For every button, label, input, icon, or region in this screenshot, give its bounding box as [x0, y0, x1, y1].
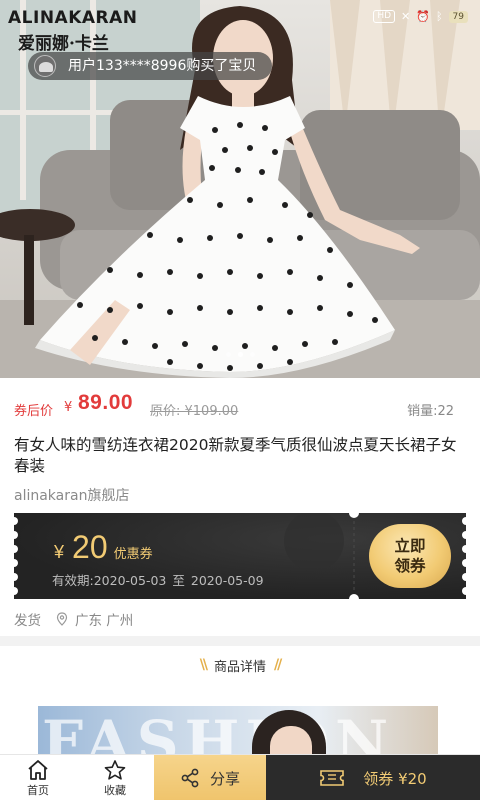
claim-coupon-bottom-label: 领券 ¥20 [363, 769, 427, 788]
sales-count: 销量:22 [407, 404, 454, 419]
carousel-dot-active [237, 352, 243, 357]
price-row: 券后价 ¥ 89.00 原价: ¥109.00 销量:22 [14, 391, 454, 419]
product-detail-page: ALINAKARAN 爱丽娜·卡兰 HD ✕ ⏰ ᛒ 79 用户133****8… [0, 0, 480, 800]
valid-from: 2020-05-03 [93, 573, 167, 588]
decor-slash-icon: // [274, 657, 282, 673]
coupon-amount: ¥20 优惠券 [54, 529, 153, 566]
brand-logo-en: ALINAKARAN [8, 8, 138, 28]
shipping-label: 发货 [14, 613, 41, 629]
bottom-action-bar: 首页 收藏 分享 领券 ¥20 [0, 754, 480, 800]
shipping-location: 广东 广州 [75, 613, 134, 629]
coupon-price: 89.00 [78, 391, 134, 414]
product-details-section: \\ 商品详情 // FASHION [0, 646, 480, 754]
favorite-button[interactable]: 收藏 [85, 755, 145, 800]
star-icon [104, 760, 126, 780]
currency-symbol: ¥ [64, 400, 73, 415]
coupon-validity: 有效期:2020-05-03 至 2020-05-09 [52, 570, 270, 589]
valid-to-label: 至 [172, 573, 185, 588]
claim-coupon-line2: 领券 [394, 557, 426, 575]
coupon-tag: 优惠券 [113, 547, 153, 562]
product-info-card: 券后价 ¥ 89.00 原价: ¥109.00 销量:22 有女人味的雪纺连衣裙… [0, 378, 480, 636]
claim-coupon-button[interactable]: 立即 领券 [369, 524, 451, 588]
carousel-dot [225, 352, 231, 357]
brand-logo: ALINAKARAN 爱丽娜·卡兰 [8, 8, 158, 54]
location-pin-icon [56, 612, 68, 626]
valid-to: 2020-05-09 [190, 573, 264, 588]
coupon-price-label: 券后价 [14, 404, 54, 419]
alarm-icon: ⏰ [416, 10, 430, 23]
coupon-value: 20 [72, 529, 108, 565]
status-bar: HD ✕ ⏰ ᛒ 79 [373, 10, 468, 23]
coupon-yen: ¥ [54, 542, 65, 562]
home-icon [28, 760, 48, 780]
decor-slash-icon: \\ [199, 657, 208, 673]
details-banner-word: FASHION [42, 708, 395, 754]
valid-label: 有效期: [52, 573, 94, 588]
purchase-toast-text: 用户133****8996购买了宝贝 [68, 58, 257, 74]
shipping-row: 发货 广东 广州 [14, 609, 133, 629]
share-label: 分享 [209, 769, 240, 788]
brand-logo-cn: 爱丽娜·卡兰 [18, 34, 109, 54]
product-image-carousel[interactable]: ALINAKARAN 爱丽娜·卡兰 HD ✕ ⏰ ᛒ 79 用户133****8… [0, 0, 480, 378]
battery-icon: 79 [448, 10, 468, 23]
claim-coupon-bottom-button[interactable]: 领券 ¥20 [266, 755, 480, 800]
purchase-toast: 用户133****8996购买了宝贝 [28, 52, 273, 80]
share-icon [181, 768, 199, 788]
product-title: 有女人味的雪纺连衣裙2020新款夏季气质很仙波点夏天长裙子女春装 [14, 436, 457, 475]
original-price: 原价: ¥109.00 [150, 404, 239, 419]
favorite-label: 收藏 [104, 784, 126, 797]
coupon-card[interactable]: ¥20 优惠券 有效期:2020-05-03 至 2020-05-09 立即 领券 [14, 513, 466, 599]
buyer-avatar [34, 55, 56, 77]
home-label: 首页 [27, 784, 49, 797]
share-button[interactable]: 分享 [154, 755, 266, 800]
coupon-ticket-icon [320, 770, 345, 786]
details-banner-image: FASHION [38, 706, 438, 754]
carousel-dot [249, 352, 255, 357]
home-button[interactable]: 首页 [8, 755, 68, 800]
hd-indicator: HD [373, 10, 396, 23]
details-heading-text: 商品详情 [213, 659, 266, 675]
details-heading: \\ 商品详情 // [0, 654, 480, 676]
shop-name[interactable]: alinakaran旗舰店 [14, 485, 129, 505]
carousel-indicator [0, 352, 480, 357]
claim-coupon-line1: 立即 [394, 537, 426, 555]
bluetooth-icon: ᛒ [435, 10, 443, 23]
mute-icon: ✕ [401, 10, 411, 23]
